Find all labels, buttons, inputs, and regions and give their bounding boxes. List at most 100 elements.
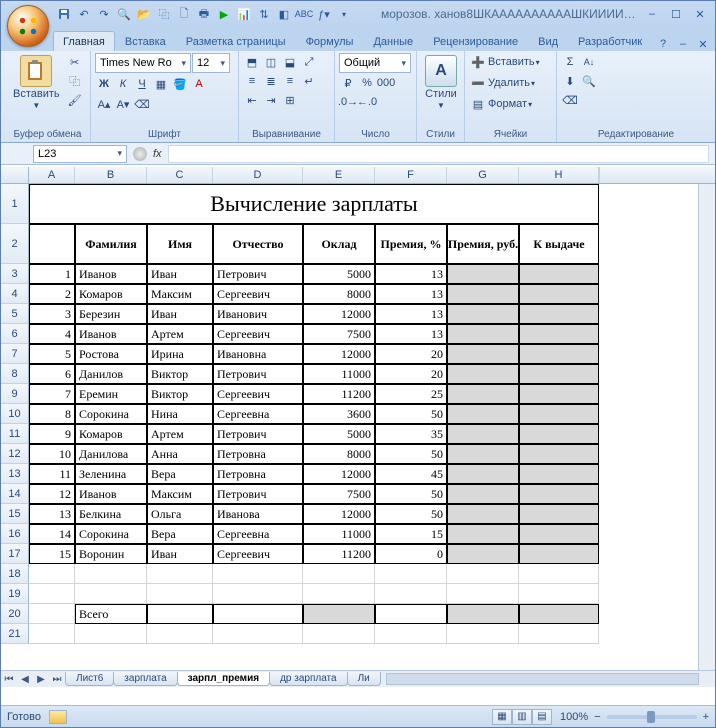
- cell[interactable]: [447, 604, 519, 624]
- cell[interactable]: 11000: [303, 364, 375, 384]
- cell[interactable]: Данилов: [75, 364, 147, 384]
- cell[interactable]: [447, 544, 519, 564]
- qat-copy-icon[interactable]: ⿻: [155, 5, 173, 23]
- border-icon[interactable]: ▦: [152, 75, 170, 93]
- format-painter-icon[interactable]: 🖌: [66, 91, 84, 109]
- cell[interactable]: 13: [375, 284, 447, 304]
- cell[interactable]: 11000: [303, 524, 375, 544]
- office-button[interactable]: [7, 5, 49, 47]
- cell[interactable]: [303, 584, 375, 604]
- cell[interactable]: Петрович: [213, 424, 303, 444]
- cell[interactable]: Максим: [147, 284, 213, 304]
- cell[interactable]: [447, 404, 519, 424]
- cell[interactable]: Ивановна: [213, 344, 303, 364]
- cell[interactable]: Петрович: [213, 264, 303, 284]
- cell[interactable]: 50: [375, 404, 447, 424]
- row-header-11[interactable]: 11: [1, 424, 29, 444]
- grid-body[interactable]: 1Вычисление зарплаты2ФамилияИмяОтчествоО…: [1, 184, 698, 670]
- cell[interactable]: [29, 624, 75, 644]
- cell[interactable]: 13: [29, 504, 75, 524]
- cell[interactable]: Сергеевич: [213, 284, 303, 304]
- tab-Вставка[interactable]: Вставка: [115, 31, 176, 51]
- tab-Разметка страницы[interactable]: Разметка страницы: [176, 31, 296, 51]
- col-header-E[interactable]: E: [303, 167, 375, 183]
- qat-redo-icon[interactable]: ↷: [95, 5, 113, 23]
- cell[interactable]: Комаров: [75, 284, 147, 304]
- cell[interactable]: [303, 624, 375, 644]
- cell[interactable]: [519, 284, 599, 304]
- cell[interactable]: Анна: [147, 444, 213, 464]
- row-header-5[interactable]: 5: [1, 304, 29, 324]
- qat-customize-icon[interactable]: ▾: [335, 5, 353, 23]
- cell[interactable]: [213, 584, 303, 604]
- cell[interactable]: Петрович: [213, 364, 303, 384]
- cell[interactable]: [447, 624, 519, 644]
- orientation-icon[interactable]: ⤢: [300, 53, 318, 71]
- cell[interactable]: [519, 424, 599, 444]
- cell[interactable]: 5000: [303, 424, 375, 444]
- cell[interactable]: Данилова: [75, 444, 147, 464]
- cell[interactable]: Виктор: [147, 384, 213, 404]
- cell[interactable]: [447, 264, 519, 284]
- zoom-slider[interactable]: [607, 715, 697, 719]
- cell[interactable]: [375, 584, 447, 604]
- merge-icon[interactable]: ⊞: [281, 91, 299, 109]
- cell[interactable]: 50: [375, 504, 447, 524]
- normal-view-icon[interactable]: ▦: [492, 709, 512, 725]
- row-header-4[interactable]: 4: [1, 284, 29, 304]
- cell[interactable]: [75, 584, 147, 604]
- sheet-title-cell[interactable]: Вычисление зарплаты: [29, 184, 599, 224]
- styles-button[interactable]: A Стили ▼: [421, 53, 461, 112]
- autosum-icon[interactable]: Σ: [561, 53, 579, 71]
- row-header-12[interactable]: 12: [1, 444, 29, 464]
- cell[interactable]: [519, 544, 599, 564]
- cut-icon[interactable]: ✂: [66, 53, 84, 71]
- col-header-A[interactable]: A: [29, 167, 75, 183]
- align-left-icon[interactable]: ≡: [243, 72, 261, 90]
- cell[interactable]: 12: [29, 484, 75, 504]
- cancel-formula-icon[interactable]: [133, 147, 147, 161]
- cell[interactable]: 15: [375, 524, 447, 544]
- cell[interactable]: [29, 604, 75, 624]
- cell[interactable]: Сергеевич: [213, 384, 303, 404]
- tab-prev-icon[interactable]: ◀: [17, 674, 33, 685]
- cell[interactable]: [519, 364, 599, 384]
- cell[interactable]: [375, 624, 447, 644]
- cell[interactable]: [213, 604, 303, 624]
- copy-icon[interactable]: ⿻: [66, 72, 84, 90]
- cell[interactable]: [519, 324, 599, 344]
- cell[interactable]: [519, 584, 599, 604]
- cell[interactable]: Петровна: [213, 464, 303, 484]
- cell[interactable]: [375, 564, 447, 584]
- col-header-H[interactable]: H: [519, 167, 599, 183]
- cell[interactable]: [447, 424, 519, 444]
- cell[interactable]: [375, 604, 447, 624]
- cell[interactable]: [447, 284, 519, 304]
- col-header-G[interactable]: G: [447, 167, 519, 183]
- cell[interactable]: [519, 444, 599, 464]
- currency-icon[interactable]: ₽: [339, 74, 357, 92]
- header-cell[interactable]: Оклад: [303, 224, 375, 264]
- ribbon-help-icon[interactable]: ?: [655, 38, 671, 51]
- cell[interactable]: 50: [375, 484, 447, 504]
- row-header-10[interactable]: 10: [1, 404, 29, 424]
- cell[interactable]: 4: [29, 324, 75, 344]
- cell[interactable]: Ростова: [75, 344, 147, 364]
- cell[interactable]: 3: [29, 304, 75, 324]
- cell[interactable]: [147, 624, 213, 644]
- align-top-icon[interactable]: ⬒: [243, 53, 261, 71]
- qat-func-icon[interactable]: ƒ▾: [315, 5, 333, 23]
- name-box[interactable]: L23▾: [33, 145, 127, 163]
- fill-color-icon[interactable]: 🪣: [171, 75, 189, 93]
- font-size-combo[interactable]: 12▾: [192, 53, 230, 73]
- cell[interactable]: [29, 584, 75, 604]
- cell[interactable]: 12000: [303, 304, 375, 324]
- cell[interactable]: [447, 504, 519, 524]
- cell[interactable]: Березин: [75, 304, 147, 324]
- cell[interactable]: [29, 564, 75, 584]
- cell[interactable]: 7: [29, 384, 75, 404]
- bold-icon[interactable]: Ж: [95, 75, 113, 93]
- row-header-14[interactable]: 14: [1, 484, 29, 504]
- cell[interactable]: 20: [375, 364, 447, 384]
- tab-next-icon[interactable]: ▶: [33, 674, 49, 685]
